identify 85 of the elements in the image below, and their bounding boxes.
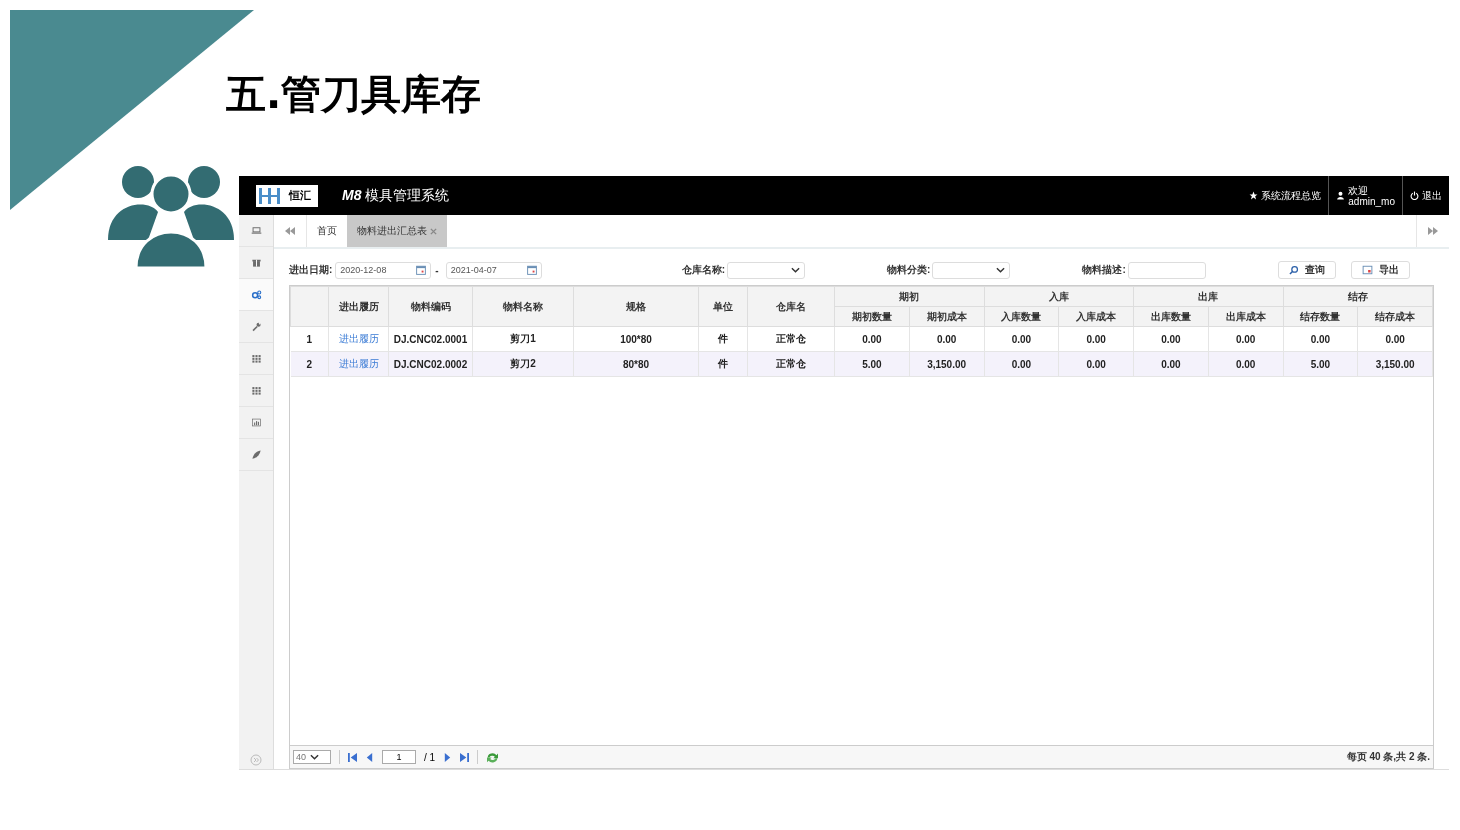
- search-icon: [1288, 265, 1299, 275]
- table-row[interactable]: 2 进出履历 DJ.CNC02.0002 剪刀2 80*80 件 正常仓 5.00 3,150.00 0.00 0.00 0.00 0.00 5.00 3,150.00: [290, 351, 1433, 377]
- calendar-icon[interactable]: [416, 265, 427, 275]
- caret-icon: [310, 754, 319, 760]
- scroll-left-icon[interactable]: [285, 227, 295, 235]
- caret-icon: [996, 267, 1006, 273]
- table-cell: 0.00: [984, 326, 1059, 352]
- table-cell: 80*80: [573, 351, 699, 377]
- tab[interactable]: 物料进出汇总表: [347, 215, 447, 247]
- column-header: 进出履历: [328, 286, 389, 327]
- table-cell: 正常仓: [747, 351, 835, 377]
- table-cell: 0.00: [1283, 326, 1358, 352]
- table-cell: 2: [290, 351, 329, 377]
- system-code: M8: [342, 186, 362, 203]
- table-cell: 剪刀2: [472, 351, 574, 377]
- table-cell: DJ.CNC02.0001: [388, 326, 473, 352]
- user-link[interactable]: 欢迎 admin_mo: [1328, 176, 1402, 215]
- previous-page-icon[interactable]: [365, 752, 374, 762]
- column-group-header: 出库: [1133, 286, 1283, 307]
- column-header: 单位: [698, 286, 748, 327]
- refresh-icon[interactable]: [486, 751, 500, 763]
- page-total: / 1: [424, 751, 436, 763]
- table-cell: 0.00: [1357, 326, 1433, 352]
- table-row[interactable]: 1 进出履历 DJ.CNC02.0001 剪刀1 100*80 件 正常仓 0.00 0.00 0.00 0.00 0.00 0.00 0.00 0.00: [290, 326, 1433, 352]
- caret-icon: [791, 267, 801, 273]
- gift-icon: [250, 257, 262, 268]
- logo-text: 恒汇: [289, 188, 311, 203]
- calendar-icon[interactable]: [526, 265, 537, 275]
- field-label: 物料描述:: [1082, 263, 1126, 277]
- field-label: 物料分类:: [887, 263, 931, 277]
- column-header: 规格: [573, 286, 699, 327]
- search-button[interactable]: 查询: [1277, 261, 1336, 279]
- table-cell: 100*80: [573, 326, 699, 352]
- page-input[interactable]: 1: [382, 750, 416, 764]
- slide-title: 五.管刀具库存: [226, 72, 482, 116]
- table-cell: DJ.CNC02.0002: [388, 351, 473, 377]
- column-group-header: 期初: [834, 286, 984, 307]
- table-cell: 0.00: [1208, 326, 1283, 352]
- laptop-icon: [250, 225, 262, 236]
- table-cell: 正常仓: [747, 326, 835, 352]
- date-field[interactable]: 2021-04-07: [445, 261, 542, 279]
- power-icon: [1410, 191, 1419, 200]
- sidebar-item[interactable]: [239, 279, 273, 311]
- wrench-icon: [250, 321, 262, 332]
- table-cell: 件: [698, 326, 748, 352]
- expand-icon[interactable]: [250, 754, 262, 766]
- page-size-select[interactable]: 40: [293, 750, 331, 764]
- table-cell: 5.00: [1283, 351, 1358, 377]
- column-group-header: 入库: [984, 286, 1134, 307]
- export-button[interactable]: 导出: [1350, 261, 1410, 279]
- logout-link[interactable]: 退出: [1402, 176, 1449, 215]
- scroll-right-icon[interactable]: [1428, 227, 1438, 235]
- close-icon[interactable]: [430, 227, 437, 235]
- table-cell: 0.00: [909, 326, 984, 352]
- gears-icon: [250, 289, 262, 300]
- page-summary: 每页 40 条,共 2 条.: [1346, 750, 1430, 764]
- table-cell: 0.00: [834, 326, 910, 352]
- grid-icon: [250, 385, 262, 396]
- column-header: 物料名称: [472, 286, 574, 327]
- last-page-icon[interactable]: [460, 752, 470, 762]
- description-field[interactable]: [1127, 261, 1206, 279]
- chart-icon: [250, 417, 262, 428]
- table-cell: 0.00: [1058, 326, 1134, 352]
- export-icon: [1361, 265, 1373, 275]
- column-group-header: 结存: [1283, 286, 1433, 307]
- field-label: 仓库名称:: [681, 263, 726, 277]
- date-field[interactable]: 2020-12-08: [335, 261, 432, 279]
- system-name: 模具管理系统: [365, 186, 450, 205]
- overview-link[interactable]: 系统流程总览: [1242, 176, 1329, 215]
- table-cell: 1: [290, 326, 329, 352]
- tab[interactable]: 首页: [307, 215, 347, 247]
- first-page-icon[interactable]: [348, 752, 357, 762]
- star-icon: [1249, 191, 1259, 200]
- column-header: 物料编码: [388, 286, 473, 327]
- date-separator: -: [435, 264, 439, 276]
- table-cell: 0.00: [984, 351, 1059, 377]
- history-link[interactable]: 进出履历: [338, 333, 379, 344]
- user-icon: [1336, 191, 1346, 200]
- grid-icon: [250, 353, 262, 364]
- column-header: 仓库名: [747, 286, 835, 327]
- table-cell: 0.00: [1133, 326, 1209, 352]
- table-cell: 剪刀1: [472, 326, 574, 352]
- next-page-icon[interactable]: [443, 752, 453, 762]
- field-label: 进出日期:: [289, 263, 333, 277]
- leaf-icon: [250, 449, 262, 460]
